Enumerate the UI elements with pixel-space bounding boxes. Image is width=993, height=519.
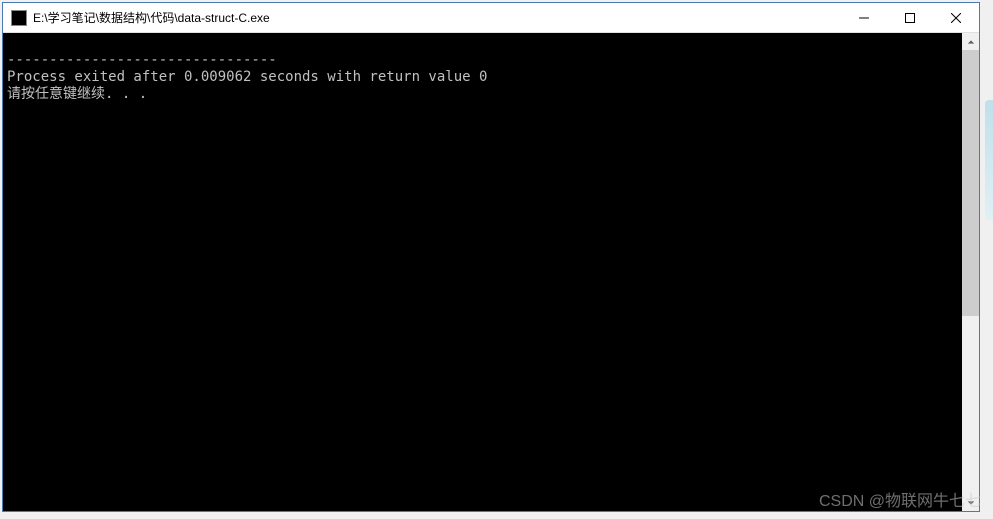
console-area: -------------------------------- Process… (3, 33, 979, 511)
chevron-down-icon (967, 499, 975, 507)
titlebar: E:\学习笔记\数据结构\代码\data-struct-C.exe (3, 3, 979, 33)
window-controls (841, 3, 979, 32)
vertical-scrollbar[interactable] (962, 33, 979, 511)
console-line: Process exited after 0.009062 seconds wi… (7, 69, 487, 85)
maximize-button[interactable] (887, 3, 933, 32)
maximize-icon (905, 13, 915, 23)
background-element (985, 100, 993, 220)
app-icon (11, 10, 27, 26)
close-icon (951, 13, 961, 23)
minimize-icon (859, 13, 869, 23)
window-title: E:\学习笔记\数据结构\代码\data-struct-C.exe (33, 9, 841, 26)
scrollbar-track[interactable] (962, 50, 979, 494)
minimize-button[interactable] (841, 3, 887, 32)
console-output[interactable]: -------------------------------- Process… (3, 33, 962, 511)
console-line: -------------------------------- (7, 52, 277, 68)
close-button[interactable] (933, 3, 979, 32)
console-line: 请按任意键继续. . . (7, 86, 147, 102)
chevron-up-icon (967, 38, 975, 46)
scrollbar-thumb[interactable] (962, 50, 979, 316)
console-window: E:\学习笔记\数据结构\代码\data-struct-C.exe ------… (2, 2, 980, 512)
scroll-down-button[interactable] (962, 494, 979, 511)
scroll-up-button[interactable] (962, 33, 979, 50)
